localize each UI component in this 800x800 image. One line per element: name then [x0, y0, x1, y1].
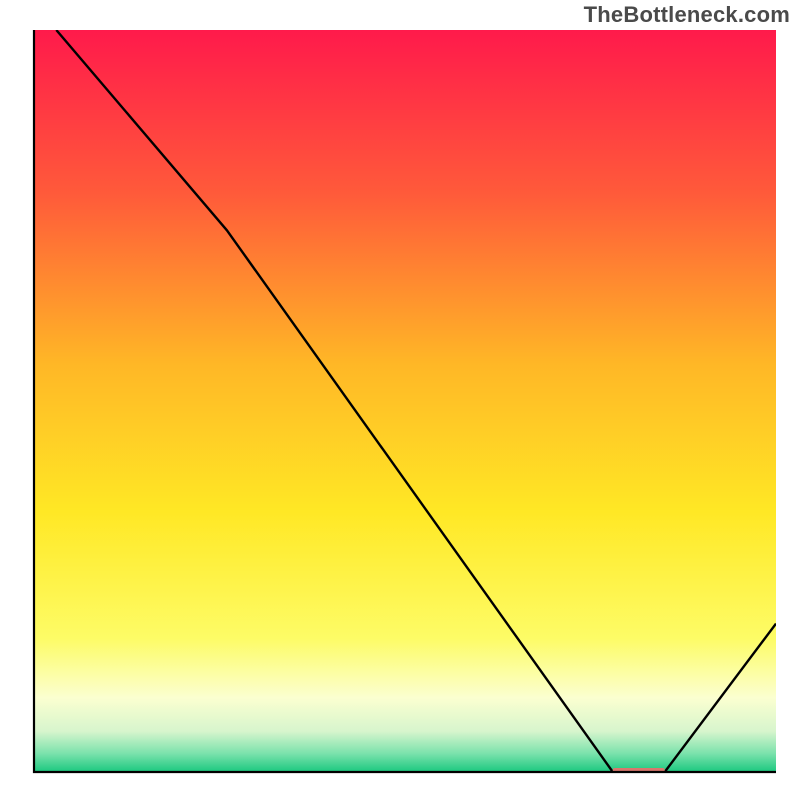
chart-container: TheBottleneck.com	[0, 0, 800, 800]
plot-background	[34, 30, 776, 772]
bottleneck-chart	[0, 0, 800, 800]
watermark-text: TheBottleneck.com	[584, 2, 790, 28]
